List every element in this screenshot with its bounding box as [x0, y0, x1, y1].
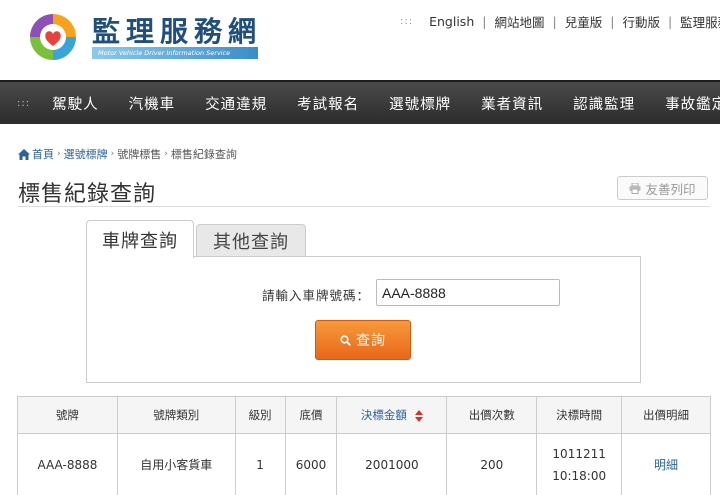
link-english[interactable]: English [429, 14, 474, 29]
nav-item-business[interactable]: 業者資訊 [466, 93, 558, 114]
col-header-plate: 號牌 [17, 396, 118, 434]
table-header-row: 號牌 號牌類別 級別 底價 決標金額 出價次數 決標時間 出價明細 [17, 396, 711, 434]
link-mobile[interactable]: 行動版 [622, 12, 660, 31]
breadcrumb: 首頁 › 選號標牌 › 號牌標售 › 標售紀錄查詢 [18, 146, 237, 162]
title-divider [18, 206, 710, 207]
cell-time-date: 1011211 [552, 446, 606, 461]
home-icon [18, 148, 30, 160]
cell-grade: 1 [234, 433, 286, 495]
search-button[interactable]: 查詢 [315, 320, 411, 360]
col-header-bid-count: 出價次數 [446, 396, 538, 434]
nav-item-plate[interactable]: 選號標牌 [374, 93, 466, 114]
cell-bid-count: 200 [446, 433, 538, 495]
cell-time: 1011211 10:18:00 [536, 433, 623, 495]
site-header: 監理服務網 Motor Vehicle Driver Information S… [0, 0, 720, 80]
breadcrumb-current: 標售紀錄查詢 [170, 148, 237, 161]
table-row: AAA-8888 自用小客貨車 1 6000 2001000 200 10112… [17, 433, 711, 495]
tab-plate-search[interactable]: 車牌查詢 [86, 220, 194, 258]
main-nav: ::: 駕駛人 汽機車 交通違規 考試報名 選號標牌 業者資訊 認識監理 事故鑑… [0, 80, 720, 124]
cell-winning-bid: 2001000 [336, 433, 448, 495]
printer-icon [629, 182, 641, 194]
cell-time-clock: 10:18:00 [552, 468, 607, 483]
nav-item-exam[interactable]: 考試報名 [282, 93, 374, 114]
nav-dots: ::: [17, 97, 31, 109]
cell-plate: AAA-8888 [17, 433, 118, 495]
plate-field-label: 請輸入車牌號碼： [262, 288, 371, 303]
link-sitemap[interactable]: 網站地圖 [494, 12, 544, 31]
col-header-time: 決標時間 [536, 396, 623, 434]
breadcrumb-home[interactable]: 首頁 [32, 146, 54, 162]
nav-item-accident[interactable]: 事故鑑定 [650, 93, 720, 114]
breadcrumb-arrow-icon: › [164, 149, 168, 159]
top-links-dots: ::: [400, 16, 414, 27]
cell-base-price: 6000 [284, 433, 338, 495]
nav-item-vehicle[interactable]: 汽機車 [114, 93, 191, 114]
plate-number-input[interactable] [376, 279, 560, 306]
cell-detail: 明細 [621, 433, 711, 495]
col-header-category: 號牌類別 [116, 396, 236, 434]
breadcrumb-arrow-icon: › [57, 149, 61, 159]
nav-item-violation[interactable]: 交通違規 [190, 93, 282, 114]
top-links: ::: English | 網站地圖 | 兒童版 | 行動版 | 監理服務 A [400, 12, 720, 31]
col-header-base-price: 底價 [284, 396, 338, 434]
breadcrumb-auction[interactable]: 號牌標售 [117, 146, 161, 162]
col-header-grade: 級別 [234, 396, 286, 434]
link-kids[interactable]: 兒童版 [565, 12, 603, 31]
search-button-label: 查詢 [356, 333, 386, 349]
link-service-app[interactable]: 監理服務 A [680, 12, 720, 31]
breadcrumb-arrow-icon: › [110, 149, 115, 159]
col-header-detail: 出價明細 [621, 396, 711, 434]
print-label: 友善列印 [645, 181, 696, 197]
site-subtitle: Motor Vehicle Driver Information Service [92, 47, 258, 59]
tab-other-search[interactable]: 其他查詢 [196, 224, 306, 257]
nav-item-about[interactable]: 認識監理 [558, 93, 650, 114]
cell-category: 自用小客貨車 [116, 433, 236, 495]
search-icon [340, 334, 351, 346]
results-table: 號牌 號牌類別 級別 底價 決標金額 出價次數 決標時間 出價明細 AAA-88… [17, 396, 711, 495]
detail-link[interactable]: 明細 [654, 458, 678, 472]
col-header-winning-bid[interactable]: 決標金額 [336, 396, 448, 434]
page-title: 標售紀錄查詢 [18, 182, 157, 207]
breadcrumb-plate[interactable]: 選號標牌 [64, 146, 108, 162]
nav-item-driver[interactable]: 駕駛人 [37, 93, 114, 114]
site-title[interactable]: 監理服務網 [92, 10, 262, 50]
print-button[interactable]: 友善列印 [617, 176, 708, 200]
col-header-winning-bid-label: 決標金額 [360, 408, 407, 422]
sort-icon[interactable] [414, 409, 423, 422]
site-logo-icon[interactable] [28, 12, 78, 62]
